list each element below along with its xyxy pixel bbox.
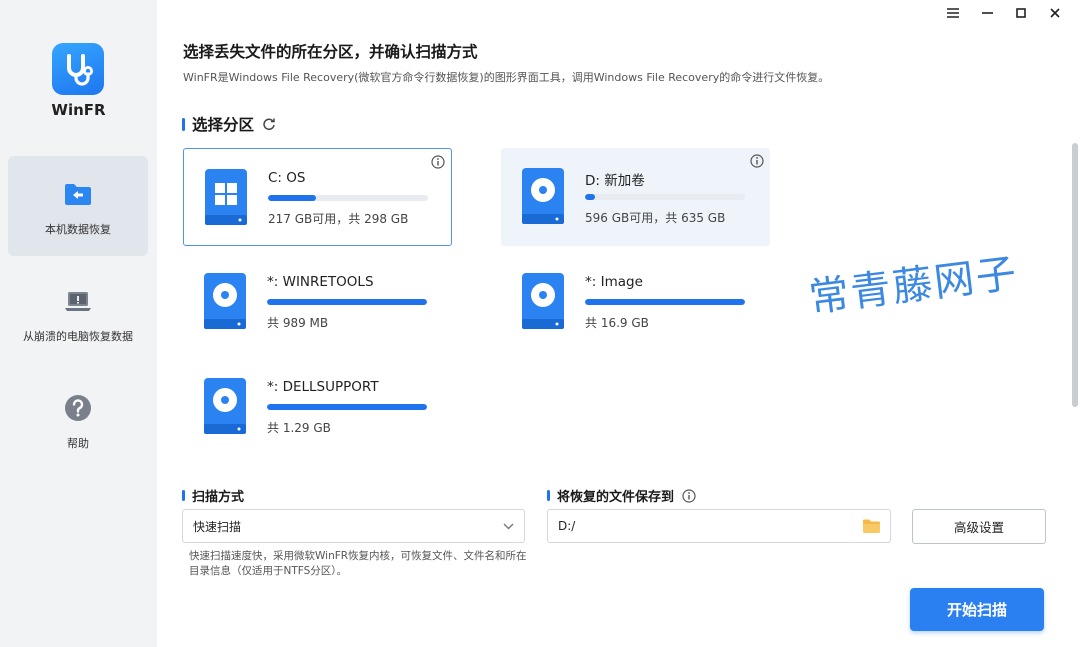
partition-name: D: 新加卷: [585, 173, 645, 189]
partition-heading-label: 选择分区: [192, 116, 255, 134]
usage-bar: [585, 194, 745, 200]
usage-bar-fill: [268, 195, 316, 201]
nav-local-recovery[interactable]: 本机数据恢复: [8, 156, 148, 256]
nav-label: 本机数据恢复: [45, 223, 111, 236]
info-icon[interactable]: [750, 154, 764, 168]
partition-capacity: 共 16.9 GB: [585, 316, 649, 330]
heading-accent-bar: [182, 117, 185, 131]
window-controls: [936, 4, 1072, 22]
disk-drive-icon: [522, 168, 564, 224]
page-subtitle: WinFR是Windows File Recovery(微软官方命令行数据恢复)…: [183, 71, 830, 84]
save-heading: 将恢复的文件保存到: [547, 486, 696, 505]
scrollbar[interactable]: [1072, 143, 1078, 407]
partition-card-c[interactable]: C: OS 217 GB可用，共 298 GB: [183, 148, 452, 246]
partition-name: *: Image: [585, 274, 643, 290]
laptop-warning-icon: [65, 292, 91, 311]
disk-drive-icon: [204, 273, 246, 329]
save-path-field[interactable]: D:/: [547, 509, 891, 543]
advanced-settings-button[interactable]: 高级设置: [912, 509, 1046, 544]
save-heading-label: 将恢复的文件保存到: [557, 490, 675, 505]
nav-label: 从崩溃的电脑恢复数据: [23, 330, 133, 343]
scan-heading-label: 扫描方式: [192, 490, 245, 505]
close-button[interactable]: [1038, 4, 1072, 22]
disk-drive-icon: [522, 273, 564, 329]
help-icon: [65, 395, 91, 421]
page-title: 选择丢失文件的所在分区，并确认扫描方式: [183, 43, 478, 61]
usage-bar: [585, 299, 745, 305]
partition-card-d[interactable]: D: 新加卷 596 GB可用，共 635 GB: [501, 148, 770, 246]
sidebar: WinFR 本机数据恢复 从崩溃的电脑恢复数据 帮助: [0, 0, 157, 647]
app-logo: [52, 43, 104, 95]
heading-accent-bar: [182, 490, 185, 501]
folder-back-icon: [65, 184, 91, 205]
partition-name: *: DELLSUPPORT: [267, 379, 379, 395]
start-scan-button[interactable]: 开始扫描: [910, 588, 1044, 631]
usage-bar-fill: [267, 404, 427, 410]
minimize-icon: [981, 12, 993, 14]
partition-heading: 选择分区: [182, 113, 276, 135]
save-path-value: D:/: [558, 519, 576, 533]
windows-drive-icon: [205, 169, 247, 225]
usage-bar-fill: [267, 299, 427, 305]
refresh-icon[interactable]: [262, 117, 276, 131]
usage-bar: [268, 195, 428, 201]
close-icon: [1050, 8, 1060, 18]
partition-capacity: 217 GB可用，共 298 GB: [268, 212, 409, 226]
heading-accent-bar: [547, 490, 550, 501]
partition-capacity: 共 989 MB: [267, 316, 329, 330]
disk-drive-icon: [204, 378, 246, 434]
stethoscope-icon: [67, 54, 93, 86]
partition-name: *: WINRETOOLS: [267, 274, 374, 290]
usage-bar: [267, 299, 427, 305]
maximize-icon: [1016, 8, 1026, 18]
maximize-button[interactable]: [1004, 4, 1038, 22]
nav-crashed-pc-recovery[interactable]: 从崩溃的电脑恢复数据: [8, 263, 148, 363]
menu-button[interactable]: [936, 4, 970, 22]
scan-mode-value: 快速扫描: [193, 519, 242, 534]
usage-bar: [267, 404, 427, 410]
scan-heading: 扫描方式: [182, 486, 244, 505]
chevron-down-icon: [503, 523, 514, 529]
partition-card-winretools[interactable]: *: WINRETOOLS 共 989 MB: [183, 253, 452, 351]
watermark-text: 常青藤网子: [806, 250, 1021, 322]
partition-capacity: 596 GB可用，共 635 GB: [585, 211, 726, 225]
scan-mode-description: 快速扫描速度快，采用微软WinFR恢复内核，可恢复文件、文件名和所在目录信息（仅…: [189, 550, 527, 577]
app-name: WinFR: [51, 101, 106, 119]
info-icon[interactable]: [431, 155, 445, 169]
usage-bar-fill: [585, 194, 595, 200]
folder-icon[interactable]: [863, 519, 880, 533]
partition-card-image[interactable]: *: Image 共 16.9 GB: [501, 253, 770, 351]
scan-mode-select[interactable]: 快速扫描: [182, 509, 525, 543]
nav-label: 帮助: [67, 437, 89, 450]
nav-help[interactable]: 帮助: [8, 370, 148, 470]
partition-capacity: 共 1.29 GB: [267, 421, 331, 435]
minimize-button[interactable]: [970, 4, 1004, 22]
partition-name: C: OS: [268, 170, 306, 186]
partition-card-dellsupport[interactable]: *: DELLSUPPORT 共 1.29 GB: [183, 358, 452, 456]
info-icon[interactable]: [682, 488, 696, 503]
hamburger-icon: [947, 8, 959, 18]
usage-bar-fill: [585, 299, 745, 305]
